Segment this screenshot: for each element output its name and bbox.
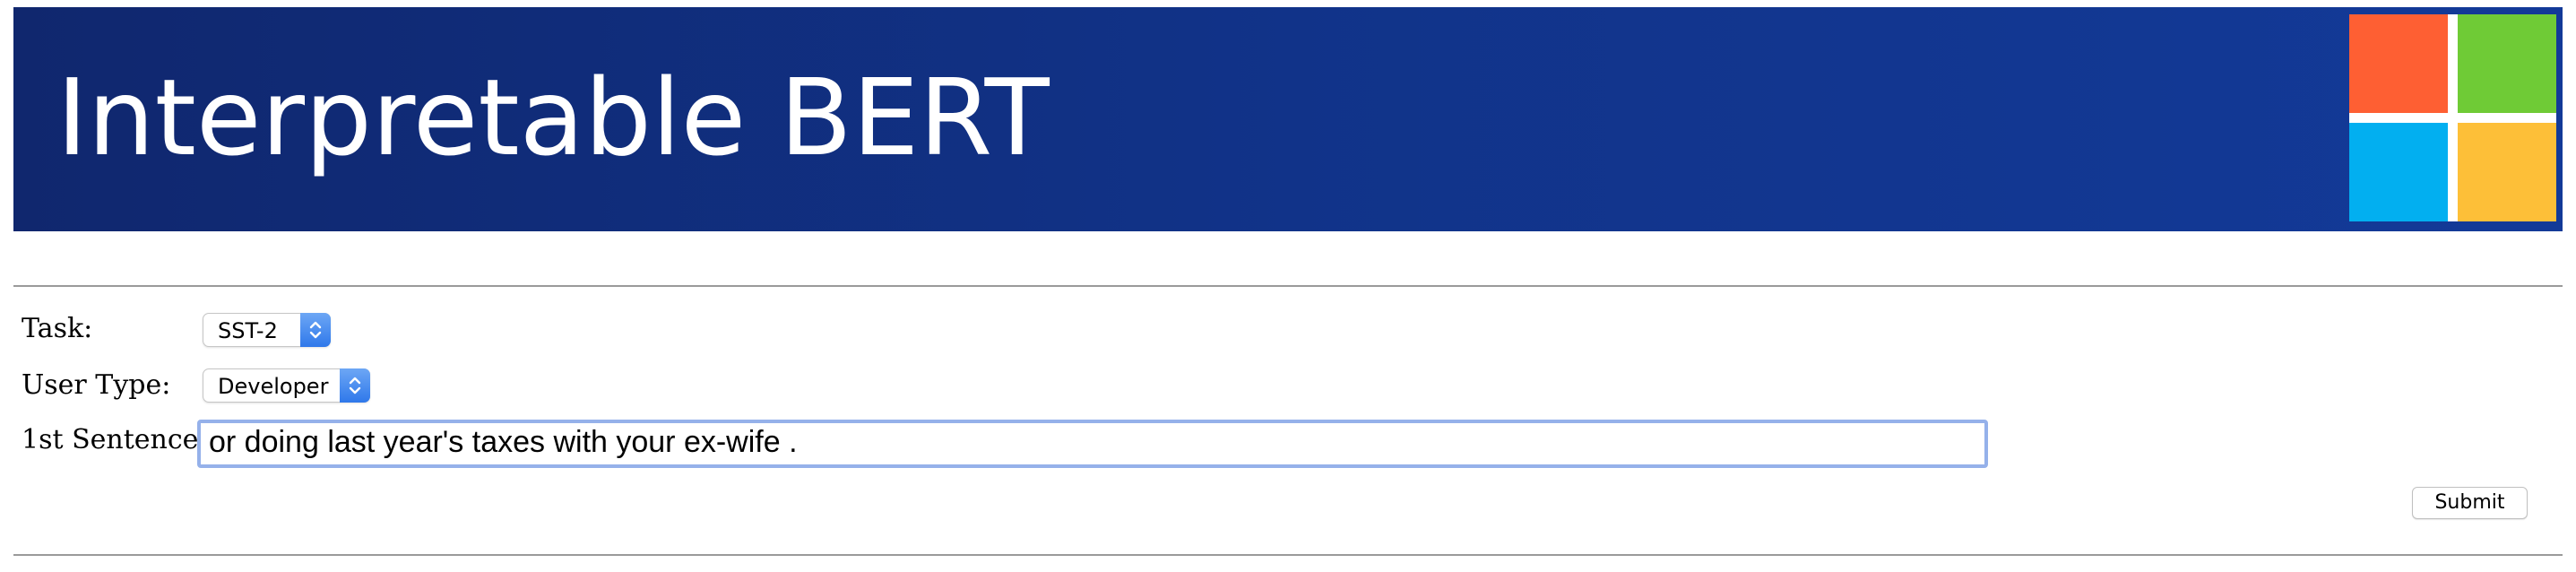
microsoft-logo-icon (2349, 14, 2556, 221)
select-arrows-icon (300, 313, 331, 347)
task-select[interactable]: SST-2 (203, 313, 331, 347)
user-type-select-value: Developer (218, 374, 329, 399)
user-type-select[interactable]: Developer (203, 368, 370, 403)
header-banner: Interpretable BERT (13, 7, 2563, 231)
sentence-label: 1st Sentence: (22, 424, 208, 455)
page-title: Interpretable BERT (56, 56, 1050, 179)
top-divider (13, 285, 2563, 287)
sentence-input-value: or doing last year's taxes with your ex-… (209, 425, 798, 459)
select-arrows-icon (340, 368, 370, 403)
user-type-label: User Type: (22, 369, 171, 401)
logo-blue-square (2349, 123, 2448, 221)
task-label: Task: (22, 313, 93, 344)
logo-green-square (2458, 14, 2556, 113)
bottom-divider (13, 554, 2563, 556)
submit-button[interactable]: Submit (2412, 487, 2528, 519)
sentence-input[interactable]: or doing last year's taxes with your ex-… (197, 420, 1988, 468)
logo-red-square (2349, 14, 2448, 113)
task-select-value: SST-2 (218, 318, 278, 343)
logo-yellow-square (2458, 123, 2556, 221)
